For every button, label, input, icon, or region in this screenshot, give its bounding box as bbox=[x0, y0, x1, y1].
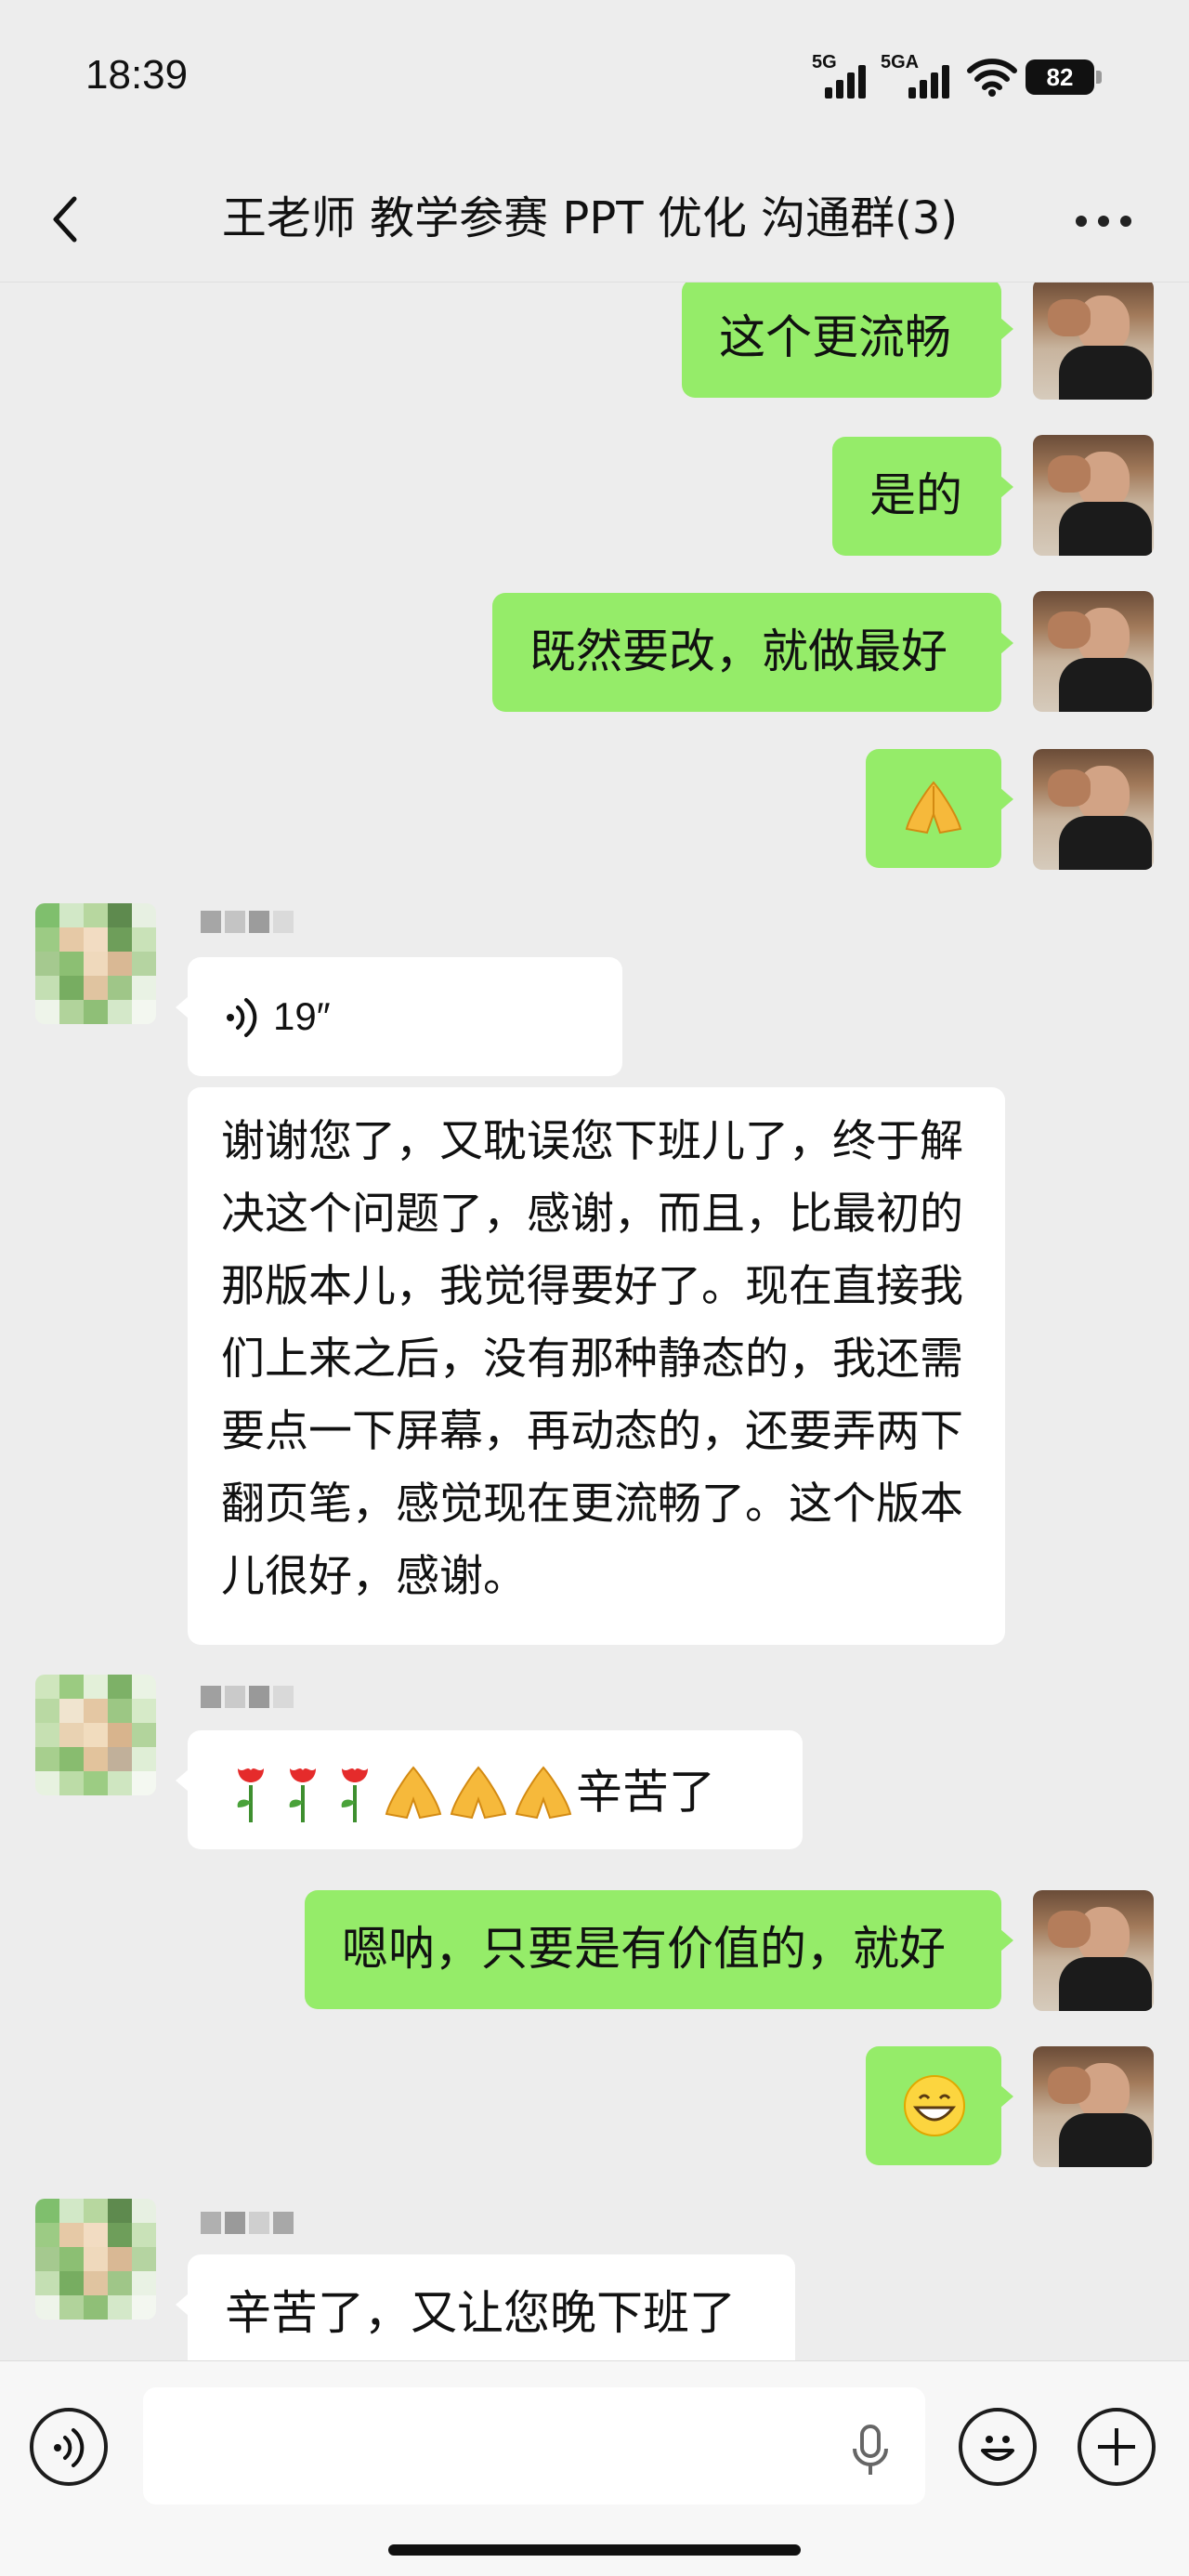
message-bubble[interactable]: 辛苦了 bbox=[176, 1730, 803, 1849]
home-indicator[interactable] bbox=[388, 2544, 801, 2556]
wifi-icon bbox=[967, 59, 1017, 97]
my-avatar[interactable] bbox=[1033, 749, 1154, 870]
sender-name-blurred bbox=[201, 1686, 297, 1714]
voice-message-bubble[interactable]: 19″ bbox=[176, 957, 622, 1076]
chat-header: 王老师 教学参赛 PPT 优化 沟通群(3) bbox=[0, 158, 1189, 283]
sender-name-blurred bbox=[201, 2212, 297, 2240]
pressed-hands-emoji bbox=[515, 1765, 572, 1819]
message-bubble[interactable]: 既然要改，就做最好 bbox=[492, 593, 1013, 712]
message-bubble[interactable]: 这个更流畅 bbox=[682, 283, 1013, 398]
more-options-icon[interactable] bbox=[1070, 203, 1137, 240]
rose-emoji bbox=[237, 1768, 264, 1822]
battery-tip bbox=[1096, 71, 1102, 84]
more-functions-button[interactable] bbox=[1078, 2408, 1156, 2486]
rose-emoji bbox=[341, 1768, 368, 1822]
emoji-button[interactable] bbox=[959, 2408, 1037, 2486]
voice-toggle-icon bbox=[54, 2428, 85, 2467]
clock: 18:39 bbox=[85, 52, 189, 98]
other-avatar[interactable] bbox=[35, 1675, 156, 1795]
sender-name-blurred bbox=[201, 911, 297, 939]
message-bubble[interactable]: 谢谢您了，又耽误您下班儿了，终于解决这个问题了，感谢，而且，比最初的那版本儿，我… bbox=[188, 1087, 1005, 1645]
other-avatar[interactable] bbox=[35, 2199, 156, 2320]
pressed-hands-emoji bbox=[385, 1765, 442, 1819]
message-text: 辛苦了 bbox=[576, 1765, 715, 1820]
voice-toggle-button[interactable] bbox=[30, 2408, 108, 2486]
message-input[interactable] bbox=[143, 2387, 925, 2504]
signal-5ga-icon: 5GA bbox=[881, 52, 955, 99]
back-arrow-icon[interactable] bbox=[45, 191, 89, 247]
my-avatar[interactable] bbox=[1033, 435, 1154, 556]
voice-wave-icon bbox=[227, 998, 257, 1037]
emoji-bubble[interactable] bbox=[866, 2046, 1013, 2165]
emoji-icon bbox=[981, 2436, 1014, 2461]
rose-emoji bbox=[289, 1768, 316, 1822]
my-avatar[interactable] bbox=[1033, 1890, 1154, 2011]
message-bubble[interactable]: 是的 bbox=[832, 437, 1013, 556]
signal-5g-icon: 5G bbox=[812, 52, 869, 99]
message-list[interactable]: 这个更流畅 是的 既然要改，就做最好 19″ 谢谢您了，又耽误您下班儿了，终于解… bbox=[0, 283, 1189, 2360]
pressed-hands-emoji bbox=[450, 1765, 507, 1819]
voice-duration: 19″ bbox=[273, 994, 331, 1038]
plus-icon bbox=[1098, 2428, 1135, 2465]
message-bubble[interactable]: 辛苦了，又让您晚下班了 bbox=[176, 2254, 795, 2360]
my-avatar[interactable] bbox=[1033, 591, 1154, 712]
grinning-face-emoji bbox=[904, 2075, 965, 2136]
my-avatar[interactable] bbox=[1033, 2046, 1154, 2167]
message-bubble[interactable]: 嗯呐，只要是有价值的，就好 bbox=[305, 1890, 1013, 2009]
emoji-bubble[interactable] bbox=[866, 749, 1013, 868]
my-avatar[interactable] bbox=[1033, 283, 1154, 400]
battery-indicator: 82 bbox=[1026, 59, 1094, 95]
other-avatar[interactable] bbox=[35, 903, 156, 1024]
chat-title: 王老师 教学参赛 PPT 优化 沟通群(3) bbox=[221, 192, 959, 244]
microphone-icon[interactable] bbox=[849, 2425, 892, 2477]
pressed-hands-emoji bbox=[905, 781, 962, 835]
status-bar: 18:39 5G 5GA 82 bbox=[0, 0, 1189, 158]
